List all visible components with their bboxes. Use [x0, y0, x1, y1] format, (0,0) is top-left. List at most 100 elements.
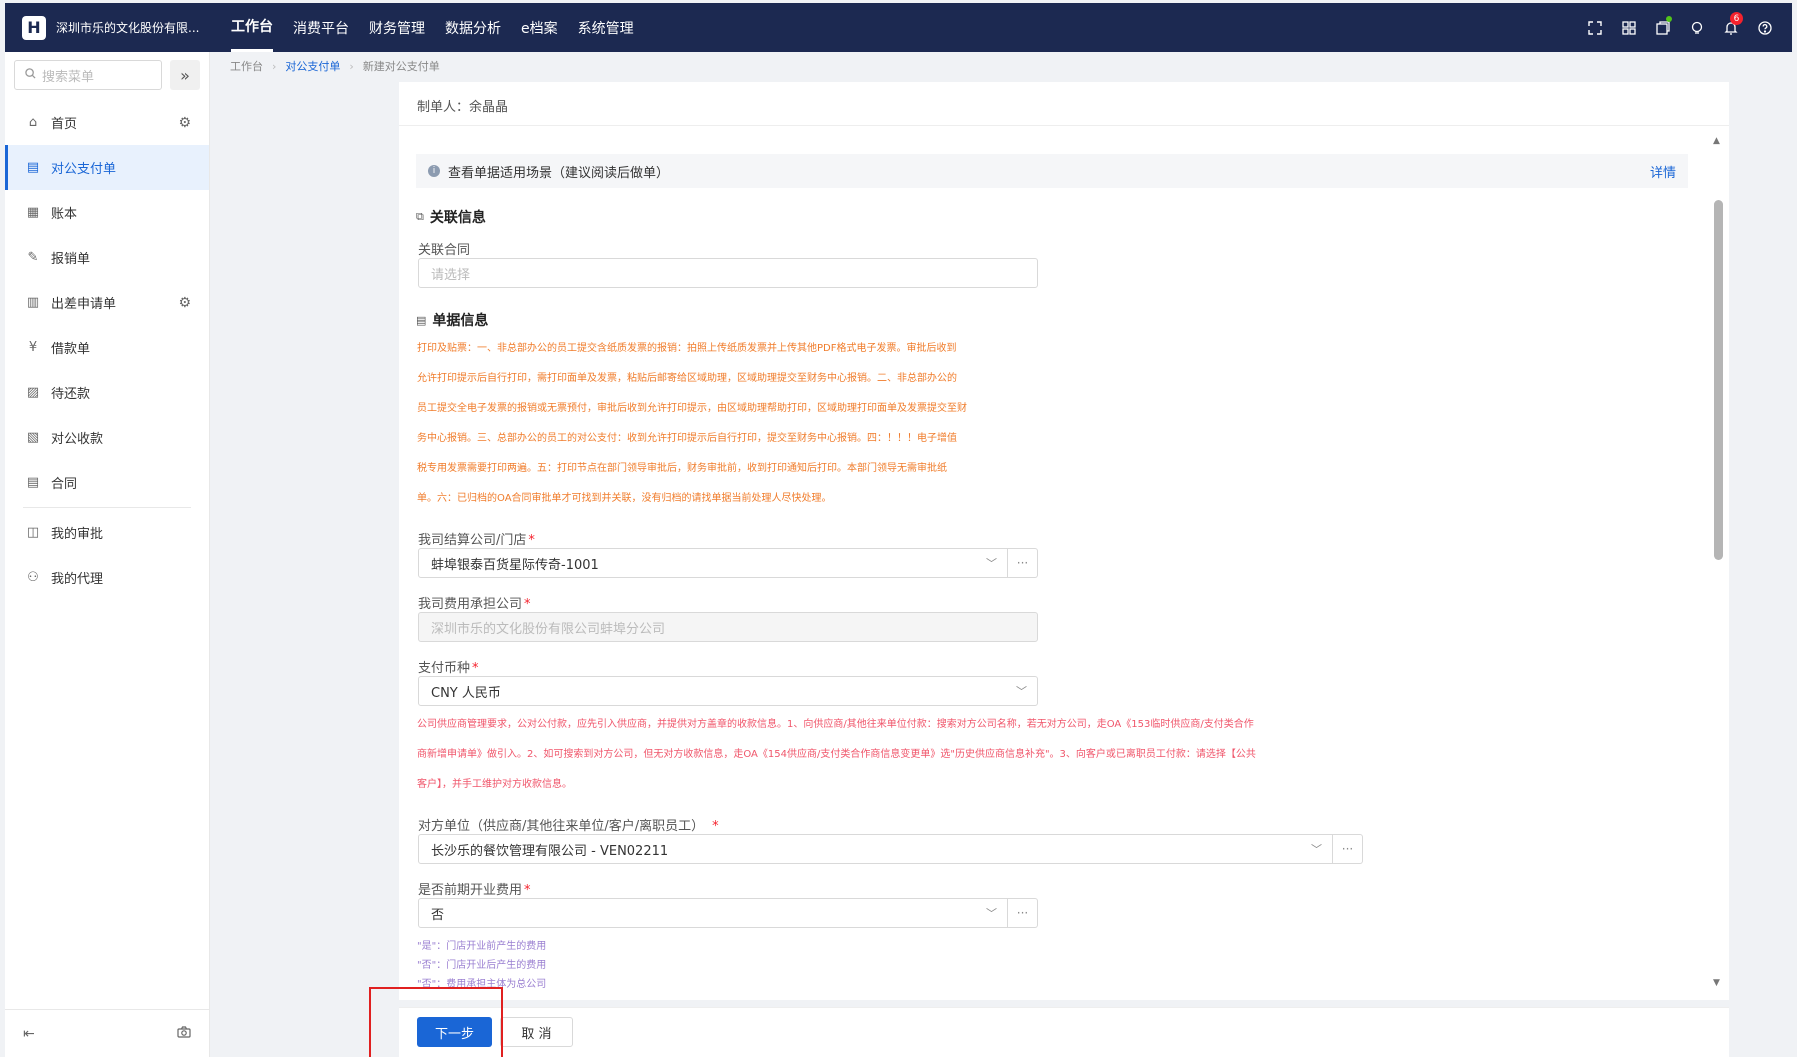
- preopen-hint-line: "是"：门店开业前产生的费用: [417, 941, 547, 952]
- section-related-label: 关联信息: [429, 210, 486, 226]
- top-menu-finance[interactable]: 财务管理: [369, 3, 425, 52]
- cancel-button[interactable]: 取 消: [500, 1017, 573, 1047]
- help-icon[interactable]: [1748, 3, 1782, 52]
- currency-select[interactable]: CNY 人民币 ﹀: [418, 676, 1038, 706]
- ledger-icon: ▦: [26, 205, 40, 220]
- chevron-down-icon: ﹀: [1016, 685, 1027, 698]
- counterparty-more-button[interactable]: ···: [1333, 834, 1363, 864]
- expense-company-field: 深圳市乐的文化股份有限公司蚌埠分公司: [418, 612, 1038, 642]
- chevron-down-icon: ﹀: [986, 907, 997, 920]
- sidebar-item-label: 报销单: [51, 252, 91, 267]
- sidebar-item-label: 合同: [51, 477, 78, 492]
- counterparty-select[interactable]: 长沙乐的餐饮管理有限公司 - VEN02211 ﹀: [418, 834, 1333, 864]
- top-menu-consumption[interactable]: 消费平台: [293, 3, 349, 52]
- company-more-button[interactable]: ···: [1008, 548, 1038, 578]
- task-icon[interactable]: [1646, 3, 1680, 52]
- section-related-title: ⧉ 关联信息: [416, 207, 486, 227]
- sidebar-item-label: 对公收款: [51, 432, 104, 447]
- apps-grid-icon[interactable]: [1612, 3, 1646, 52]
- counterparty-label-text: 对方单位（供应商/其他往来单位/客户/离职员工）: [418, 819, 705, 834]
- sidebar-item-label: 我的代理: [51, 572, 104, 587]
- sidebar-item-reimburse[interactable]: ✎ 报销单: [5, 235, 209, 280]
- top-icon-group: 6: [1578, 3, 1782, 52]
- ellipsis-icon: ···: [1016, 556, 1029, 570]
- payment-doc-icon: ▤: [26, 160, 40, 175]
- logout-arrow-icon[interactable]: ⇤: [23, 1026, 35, 1042]
- contract-label: 关联合同: [418, 243, 471, 258]
- company-value: 蚌埠银泰百货星际传奇-1001: [431, 557, 599, 573]
- menu-search-input[interactable]: 搜索菜单: [14, 60, 162, 90]
- lightbulb-icon[interactable]: [1680, 3, 1714, 52]
- camera-icon[interactable]: [177, 1025, 191, 1042]
- vertical-scrollbar-thumb[interactable]: [1714, 200, 1723, 560]
- document-icon: ▤: [416, 313, 427, 327]
- required-mark: *: [528, 533, 535, 548]
- sidebar-collapse-button[interactable]: »: [170, 60, 200, 90]
- app-logo-icon[interactable]: H: [22, 15, 46, 40]
- notification-badge: 6: [1730, 12, 1743, 25]
- top-menu-system[interactable]: 系统管理: [578, 3, 634, 52]
- menu-search-placeholder: 搜索菜单: [42, 69, 95, 85]
- preopen-label-text: 是否前期开业费用: [418, 883, 523, 898]
- sidebar-item-repay[interactable]: ▨ 待还款: [5, 370, 209, 415]
- home-icon: ⌂: [28, 115, 38, 130]
- details-link[interactable]: 详情: [1650, 162, 1676, 181]
- sidebar-item-loan[interactable]: ¥ 借款单: [5, 325, 209, 370]
- supplier-notice-line: 客户】，并手工维护对方收款信息。: [417, 779, 572, 790]
- gear-icon[interactable]: ⚙: [178, 295, 191, 311]
- counterparty-value: 长沙乐的餐饮管理有限公司 - VEN02211: [431, 843, 669, 859]
- contract-placeholder: 请选择: [431, 267, 471, 283]
- sidebar-item-label: 我的审批: [51, 527, 104, 542]
- form-footer: 下一步 取 消: [399, 1007, 1729, 1057]
- task-status-dot: [1666, 16, 1672, 22]
- company-select[interactable]: 蚌埠银泰百货星际传奇-1001 ﹀: [418, 548, 1008, 578]
- sidebar-item-home[interactable]: ⌂ 首页 ⚙: [5, 100, 209, 145]
- required-mark: *: [524, 883, 531, 898]
- preopen-label: 是否前期开业费用 *: [418, 879, 531, 898]
- scenario-info-text: 查看单据适用场景（建议阅读后做单）: [448, 165, 670, 181]
- preopen-more-button[interactable]: ···: [1008, 898, 1038, 928]
- fullscreen-icon[interactable]: [1578, 3, 1612, 52]
- company-label: 我司结算公司/门店 *: [418, 529, 535, 548]
- sidebar-item-payment[interactable]: ▤ 对公支付单: [5, 145, 209, 190]
- expense-label: 我司费用承担公司 *: [418, 593, 531, 612]
- preopen-select[interactable]: 否 ﹀: [418, 898, 1008, 928]
- contract-select[interactable]: 请选择: [418, 258, 1038, 288]
- required-mark: *: [472, 661, 479, 676]
- maker-info: 制单人：余晶晶: [417, 96, 508, 115]
- section-doc-label: 单据信息: [432, 313, 489, 329]
- gear-icon[interactable]: ⚙: [178, 115, 191, 131]
- double-chevron-right-icon: »: [180, 65, 190, 85]
- scroll-down-arrow-icon[interactable]: ▼: [1713, 978, 1720, 988]
- sidebar-item-receipt[interactable]: ▧ 对公收款: [5, 415, 209, 460]
- supplier-notice-line: 商新增申请单》做引入。2、如可搜索到对方公司，但无对方收款信息，走OA《154供…: [417, 749, 1256, 760]
- company-label-text: 我司结算公司/门店: [418, 533, 527, 548]
- sidebar-item-contract[interactable]: ▤ 合同: [5, 460, 209, 505]
- reimburse-icon: ✎: [27, 250, 39, 265]
- sidebar-footer: ⇤: [5, 1009, 209, 1057]
- form-card: 制单人：余晶晶 i 查看单据适用场景（建议阅读后做单） 详情 ⧉ 关联信息 关联…: [399, 82, 1729, 1000]
- sidebar-item-approval[interactable]: ◫ 我的审批: [5, 510, 209, 555]
- company-name[interactable]: 深圳市乐的文化股份有限...: [56, 19, 206, 36]
- breadcrumb-workbench[interactable]: 工作台: [230, 58, 263, 74]
- sidebar-item-ledger[interactable]: ▦ 账本: [5, 190, 209, 235]
- sidebar-item-agent[interactable]: ⚇ 我的代理: [5, 555, 209, 600]
- top-menu-analytics[interactable]: 数据分析: [445, 3, 501, 52]
- sidebar-item-travel[interactable]: ▥ 出差申请单 ⚙: [5, 280, 209, 325]
- top-menu-workbench[interactable]: 工作台: [231, 3, 273, 52]
- expense-label-text: 我司费用承担公司: [418, 597, 523, 612]
- top-menu-earchive[interactable]: e档案: [521, 3, 558, 52]
- currency-label: 支付币种 *: [418, 657, 479, 676]
- required-mark: *: [712, 819, 719, 834]
- bell-icon[interactable]: 6: [1714, 3, 1748, 52]
- ellipsis-icon: ···: [1016, 906, 1029, 920]
- currency-value: CNY 人民币: [431, 685, 501, 701]
- travel-doc-icon: ▥: [26, 295, 40, 310]
- scroll-up-arrow-icon[interactable]: ▲: [1713, 136, 1720, 146]
- supplier-notice: 公司供应商管理要求，公对公付款，应先引入供应商，并提供对方盖章的收款信息。1、向…: [417, 710, 1367, 800]
- print-notice-line: 员工提交全电子发票的报销或无票预付，审批后收到允许打印提示，由区域助理帮助打印，…: [417, 403, 967, 414]
- top-navbar: H 深圳市乐的文化股份有限... 工作台 消费平台 财务管理 数据分析 e档案 …: [5, 3, 1792, 52]
- required-mark: *: [524, 597, 531, 612]
- breadcrumb-payment[interactable]: 对公支付单: [285, 58, 340, 74]
- supplier-notice-line: 公司供应商管理要求，公对公付款，应先引入供应商，并提供对方盖章的收款信息。1、向…: [417, 719, 1254, 730]
